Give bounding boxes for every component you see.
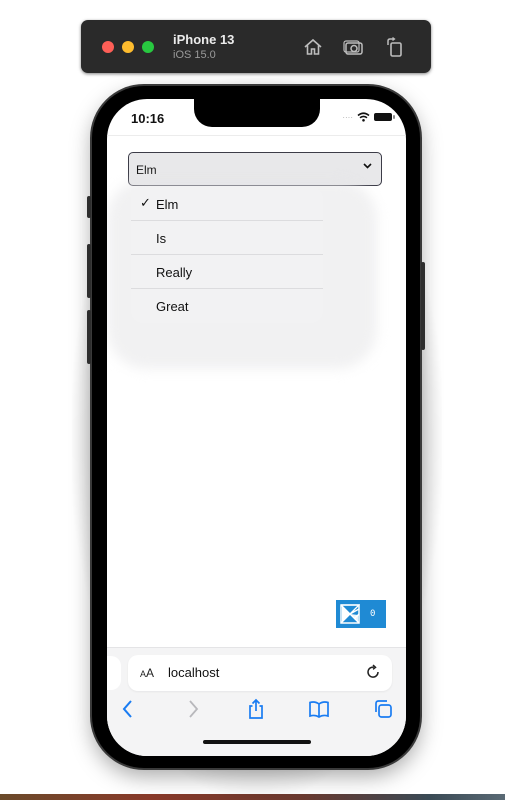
simulator-title-bar: iPhone 13 iOS 15.0 (81, 20, 431, 73)
rotate-icon (387, 36, 402, 57)
power-button[interactable] (421, 262, 425, 350)
elm-debugger-button[interactable]: 0 (336, 600, 386, 628)
option-label: Great (156, 299, 189, 314)
screenshot-button[interactable] (343, 36, 365, 58)
checkmark-icon: ✓ (140, 195, 151, 210)
notch (194, 99, 320, 127)
address-bar[interactable]: AA localhost (128, 655, 392, 691)
cellular-signal-icon: ···· (342, 112, 353, 122)
forward-button[interactable] (182, 698, 204, 720)
phone-screen: 10:16 ···· Elm ✓ Elm Is Really Great 0 A… (107, 99, 406, 756)
tabs-icon (375, 700, 392, 718)
home-icon (304, 38, 322, 55)
forward-icon (189, 700, 199, 718)
safari-bottom-bar: AA localhost (107, 647, 406, 756)
bookmarks-button[interactable] (308, 698, 330, 720)
select-option-really[interactable]: Really (131, 255, 323, 289)
status-icons: ···· (342, 112, 395, 122)
safari-toolbar (107, 698, 406, 728)
url-text: localhost (168, 665, 220, 680)
text-size-button[interactable]: AA (140, 666, 154, 680)
back-button[interactable] (117, 698, 139, 720)
text-size-large-a: A (146, 666, 155, 680)
volume-up-button[interactable] (87, 244, 91, 298)
home-button[interactable] (302, 36, 324, 58)
zoom-window-button[interactable] (142, 41, 154, 53)
option-label: Elm (156, 197, 179, 212)
option-label: Really (156, 265, 193, 280)
select-option-great[interactable]: Great (131, 289, 323, 323)
elm-logo-icon (340, 604, 360, 624)
status-separator (107, 135, 406, 136)
share-icon (249, 698, 263, 719)
reload-icon[interactable] (364, 663, 382, 681)
select-option-elm[interactable]: ✓ Elm (131, 187, 323, 221)
close-window-button[interactable] (102, 41, 114, 53)
select-value: Elm (136, 163, 157, 177)
minimize-window-button[interactable] (122, 41, 134, 53)
rotate-button[interactable] (384, 36, 406, 58)
message-count: 0 (370, 609, 376, 619)
wifi-icon (357, 112, 370, 122)
chevron-down-icon (363, 161, 372, 172)
select-options-popup: ✓ Elm Is Really Great (131, 187, 323, 323)
device-name: iPhone 13 (173, 32, 235, 47)
tabs-button[interactable] (372, 698, 394, 720)
previous-tab-preview[interactable] (107, 656, 121, 690)
home-indicator[interactable] (203, 740, 311, 744)
mute-switch[interactable] (87, 196, 91, 218)
camera-icon (343, 40, 363, 55)
back-icon (122, 700, 132, 718)
select-option-is[interactable]: Is (131, 221, 323, 255)
option-label: Is (156, 231, 167, 246)
share-button[interactable] (245, 698, 267, 720)
status-time: 10:16 (131, 111, 165, 126)
os-version: iOS 15.0 (173, 49, 216, 61)
volume-down-button[interactable] (87, 310, 91, 364)
battery-icon (374, 113, 395, 121)
bookmarks-icon (309, 701, 329, 719)
